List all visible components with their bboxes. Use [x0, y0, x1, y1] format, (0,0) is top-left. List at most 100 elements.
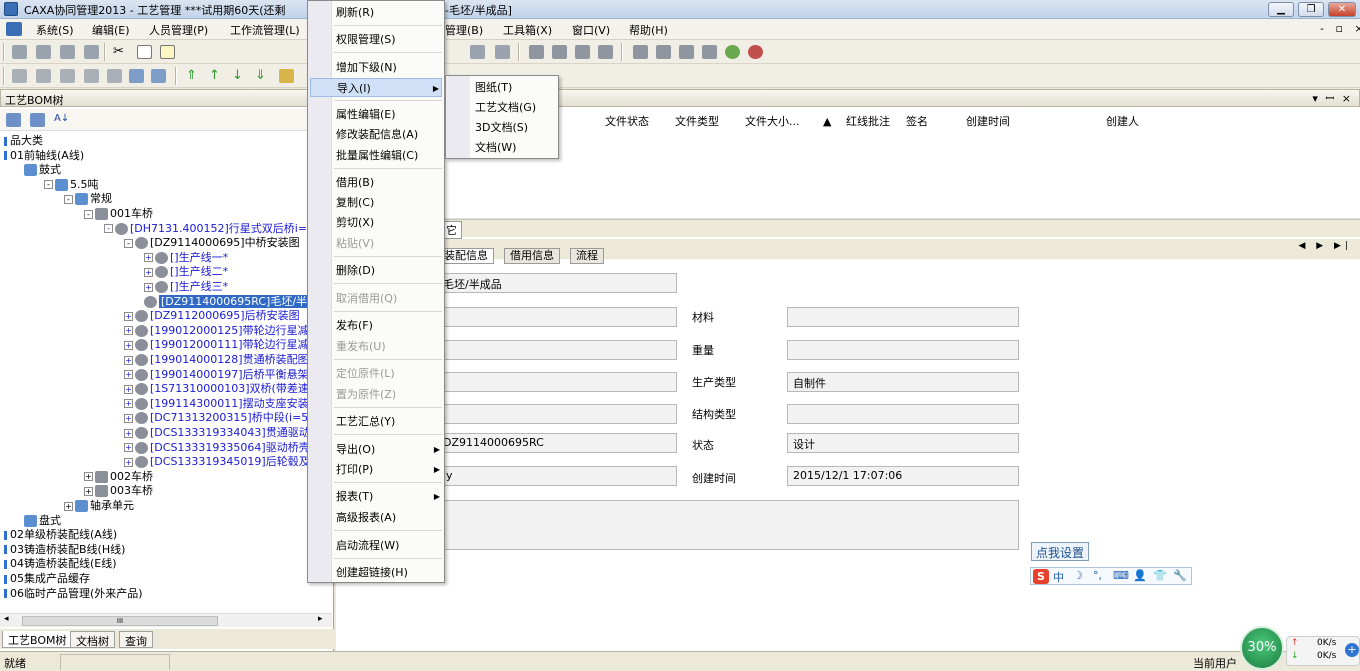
- scroll-left-icon[interactable]: ◂: [4, 614, 9, 624]
- tool-icon-7[interactable]: [529, 45, 544, 59]
- column-header[interactable]: 文件类型: [675, 112, 719, 132]
- tree-tool-icon-1[interactable]: [6, 113, 21, 127]
- context-menu-item[interactable]: 取消借用(Q): [336, 289, 442, 308]
- collapse-icon[interactable]: -: [124, 238, 133, 248]
- tree-node[interactable]: - 001车桥: [84, 206, 153, 221]
- tab-assembly-info[interactable]: 装配信息: [438, 248, 494, 264]
- move-down-icon[interactable]: ↓: [232, 69, 247, 83]
- tool-icon-13[interactable]: [679, 45, 694, 59]
- menu-edit[interactable]: 编辑(E): [92, 22, 130, 38]
- import-submenu-item[interactable]: 工艺文档(G): [475, 98, 536, 117]
- tool-icon-10[interactable]: [598, 45, 613, 59]
- tree-tool-icon-2[interactable]: [30, 113, 45, 127]
- tree-node[interactable]: 01前轴线(A线): [4, 148, 84, 163]
- context-menu-item[interactable]: 发布(F): [336, 316, 442, 335]
- expand-icon[interactable]: +: [124, 399, 133, 409]
- tree-node[interactable]: + [DC71313200315]桥中段(i=5.73,布: [124, 410, 332, 425]
- expand-icon[interactable]: +: [144, 267, 153, 277]
- field-left-3[interactable]: [437, 340, 677, 360]
- column-header[interactable]: 创建人: [1106, 112, 1139, 132]
- tree-node[interactable]: - [DZ9114000695]中桥安装图: [124, 235, 300, 250]
- scroll-right-icon[interactable]: ▸: [318, 614, 323, 624]
- menu-toolbox[interactable]: 工具箱(X): [503, 22, 552, 38]
- move-top-icon[interactable]: ⇑: [186, 69, 201, 83]
- expand-icon[interactable]: +: [124, 457, 133, 467]
- code-field[interactable]: DZ9114000695RC: [437, 433, 677, 453]
- tool-icon-8[interactable]: [552, 45, 567, 59]
- tool-icon-16[interactable]: [36, 69, 51, 83]
- tree-node[interactable]: - 5.5吨: [44, 177, 99, 192]
- context-menu-item[interactable]: 高级报表(A): [336, 508, 442, 527]
- expand-icon[interactable]: +: [64, 501, 73, 511]
- tree-node[interactable]: 04铸造桥装配线(E线): [4, 556, 117, 571]
- expand-icon[interactable]: +: [124, 428, 133, 438]
- expand-icon[interactable]: +: [124, 370, 133, 380]
- user-icon[interactable]: 👤: [1133, 569, 1147, 582]
- context-menu-item[interactable]: 属性编辑(E): [336, 105, 442, 124]
- context-menu-item[interactable]: 增加下级(N): [336, 58, 442, 77]
- skin-icon[interactable]: 👕: [1153, 569, 1167, 582]
- expand-icon[interactable]: +: [144, 253, 153, 263]
- field-left-5[interactable]: [437, 404, 677, 424]
- context-menu-item[interactable]: 报表(T) ▶: [336, 487, 442, 506]
- collapse-icon[interactable]: -: [104, 224, 113, 234]
- sort-icon[interactable]: A↓: [54, 113, 69, 127]
- created-time-field[interactable]: 2015/12/1 17:07:06: [787, 466, 1019, 486]
- import-submenu-item[interactable]: 3D文档(S): [475, 118, 528, 137]
- menu-app-icon[interactable]: [6, 22, 22, 36]
- menu-workflow[interactable]: 工作流管理(L): [230, 22, 300, 38]
- tree-node[interactable]: - [DH7131.400152]行星式双后桥i=5.73: [104, 221, 332, 236]
- minimize-button[interactable]: ▁: [1268, 2, 1294, 17]
- expand-icon[interactable]: +: [84, 486, 93, 496]
- tab-borrow-info[interactable]: 借用信息: [504, 248, 560, 264]
- tool-icon-20[interactable]: [129, 69, 144, 83]
- tool-icon-1[interactable]: [12, 45, 27, 59]
- chinese-mode-icon[interactable]: 中: [1053, 569, 1064, 585]
- tree-node[interactable]: + 轴承单元: [64, 498, 134, 513]
- tree-node[interactable]: [DZ9114000695RC]毛坯/半成品: [144, 294, 332, 309]
- tree-node[interactable]: 05集成产品缓存: [4, 571, 90, 586]
- tree-node[interactable]: 品大类: [4, 133, 43, 148]
- tab-workflow[interactable]: 流程: [570, 248, 604, 264]
- material-field[interactable]: [787, 307, 1019, 327]
- context-menu-item[interactable]: 剪切(X): [336, 213, 442, 232]
- context-menu-item[interactable]: 复制(C): [336, 193, 442, 212]
- tree-node[interactable]: +003车桥: [84, 483, 153, 498]
- expand-icon[interactable]: +: [124, 384, 133, 394]
- move-up-icon[interactable]: ↑: [209, 69, 224, 83]
- horizontal-scrollbar[interactable]: ◂ III ▸: [0, 613, 332, 627]
- tool-icon-15[interactable]: [12, 69, 27, 83]
- tab-nav-arrows[interactable]: ◀ ▶ ▶|: [1298, 241, 1352, 251]
- paste-icon[interactable]: [160, 45, 175, 59]
- restore-button[interactable]: ❐: [1298, 2, 1324, 17]
- expand-icon[interactable]: +: [124, 326, 133, 336]
- tool-icon-5[interactable]: [470, 45, 485, 59]
- tree-node[interactable]: + [DCS133319345019]后轮毂及制动器: [124, 454, 332, 469]
- description-field[interactable]: [437, 500, 1019, 550]
- tool-icon-19[interactable]: [107, 69, 122, 83]
- expand-icon[interactable]: +: [84, 472, 93, 482]
- tree-node[interactable]: + []生产线一*: [144, 250, 228, 265]
- context-menu-item[interactable]: 粘贴(V): [336, 234, 442, 253]
- tree-node[interactable]: 03铸造桥装配B线(H线): [4, 542, 125, 557]
- expand-icon[interactable]: +: [124, 443, 133, 453]
- wrench-icon[interactable]: 🔧: [1173, 569, 1187, 582]
- tree-node[interactable]: 鼓式: [24, 162, 61, 177]
- context-menu-item[interactable]: 导出(O) ▶: [336, 440, 442, 459]
- gear-add-icon[interactable]: [725, 45, 740, 59]
- collapse-icon[interactable]: -: [64, 194, 73, 204]
- tree-node[interactable]: - 常规: [64, 191, 112, 206]
- close-button[interactable]: ✕: [1328, 2, 1356, 17]
- import-submenu-item[interactable]: 图纸(T): [475, 78, 512, 97]
- tool-icon-4[interactable]: [84, 45, 99, 59]
- tree-node[interactable]: + []生产线二*: [144, 264, 228, 279]
- tree-node[interactable]: + [DZ9112000695]后桥安装图: [124, 308, 300, 323]
- tree-node[interactable]: 06临时产品管理(外来产品): [4, 586, 143, 601]
- move-bottom-icon[interactable]: ⇓: [255, 69, 270, 83]
- column-header[interactable]: 创建时间: [966, 112, 1010, 132]
- tool-icon-2[interactable]: [36, 45, 51, 59]
- tree-node[interactable]: 盘式: [24, 513, 61, 528]
- mdi-controls[interactable]: - ▫ ×: [1320, 22, 1360, 35]
- expand-icon[interactable]: +: [124, 413, 133, 423]
- scroll-thumb[interactable]: III: [22, 616, 218, 626]
